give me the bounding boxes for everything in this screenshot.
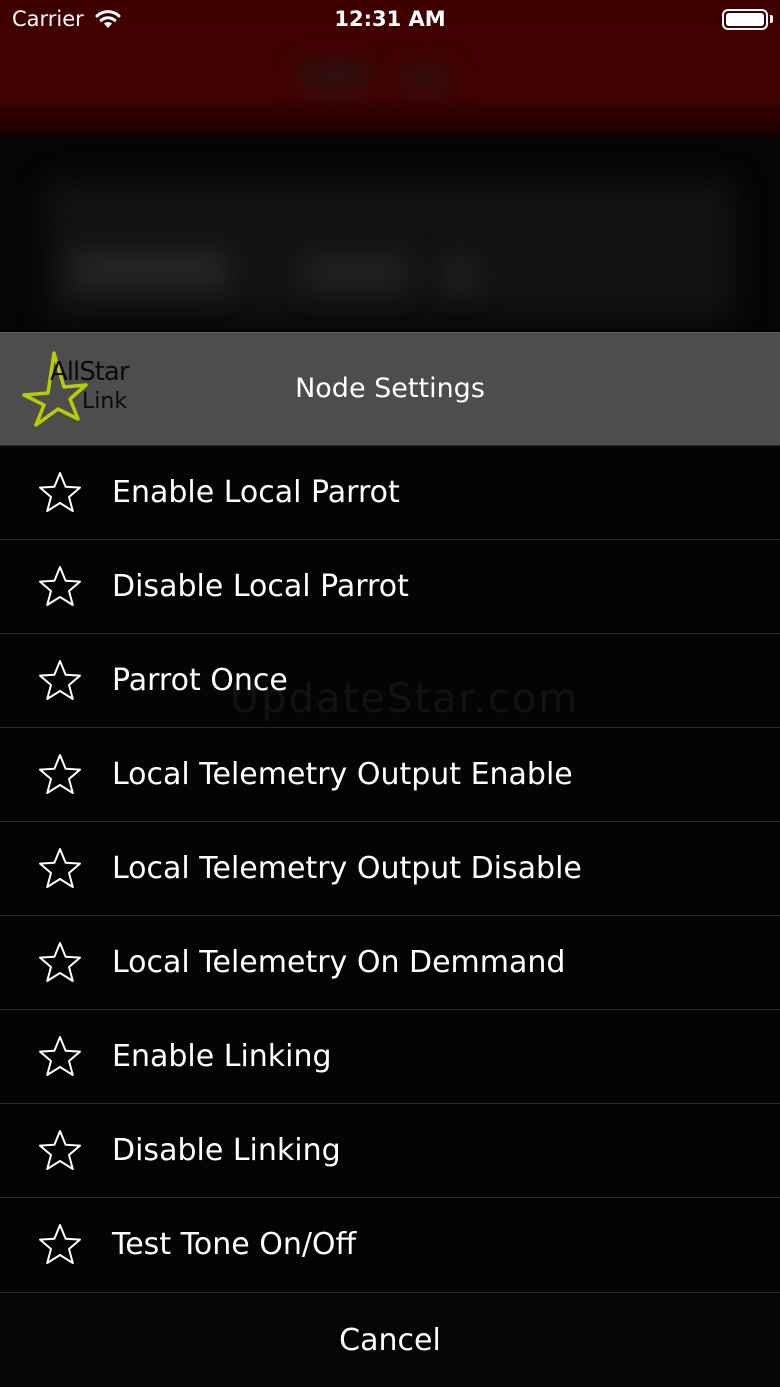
star-outline-icon [39, 566, 81, 606]
menu-item[interactable]: Local Telemetry Output Enable [0, 727, 780, 821]
menu-item-label: Enable Linking [112, 1039, 332, 1074]
menu-item-label: Disable Linking [112, 1133, 341, 1168]
background-blur-title [300, 68, 370, 86]
menu-item-label: Test Tone On/Off [112, 1227, 357, 1262]
cancel-label: Cancel [339, 1323, 441, 1358]
node-settings-sheet: AllStar Link Node Settings Enable Local … [0, 332, 780, 1387]
battery-nub [770, 15, 773, 23]
menu-list: Enable Local Parrot Disable Local Parrot P… [0, 445, 780, 1291]
sheet-header: AllStar Link Node Settings [0, 332, 780, 445]
menu-item[interactable]: Local Telemetry On Demmand [0, 915, 780, 1009]
star-outline-icon [39, 1224, 81, 1264]
star-outline-icon [39, 472, 81, 512]
sheet-title: Node Settings [295, 373, 485, 404]
star-outline-icon [39, 942, 81, 982]
background-blur-subtitle [400, 72, 450, 86]
menu-item[interactable]: Disable Local Parrot [0, 539, 780, 633]
watermark-text: UpdateStar.com [230, 676, 580, 722]
menu-item[interactable]: Enable Linking [0, 1009, 780, 1103]
background-blur-button [300, 255, 410, 289]
menu-item[interactable]: Disable Linking [0, 1103, 780, 1197]
menu-item-label: Enable Local Parrot [112, 475, 400, 510]
star-outline-icon [39, 660, 81, 700]
menu-item[interactable]: Local Telemetry Output Disable [0, 821, 780, 915]
background-blur-button [440, 258, 480, 288]
background-blur-button [70, 250, 230, 290]
star-outline-icon [39, 1036, 81, 1076]
star-outline-icon [39, 754, 81, 794]
status-bar: Carrier 12:31 AM [0, 0, 780, 40]
menu-item-label: Local Telemetry Output Enable [112, 757, 573, 792]
menu-item-label: Local Telemetry Output Disable [112, 851, 582, 886]
battery-icon [722, 9, 768, 30]
status-time: 12:31 AM [334, 7, 446, 31]
star-outline-icon [39, 1130, 81, 1170]
star-outline-icon [39, 848, 81, 888]
cancel-button[interactable]: Cancel [0, 1292, 780, 1387]
menu-item[interactable]: Test Tone On/Off [0, 1197, 780, 1291]
menu-item-label: Disable Local Parrot [112, 569, 409, 604]
menu-item[interactable]: Enable Local Parrot [0, 445, 780, 539]
menu-item-label: Local Telemetry On Demmand [112, 945, 566, 980]
